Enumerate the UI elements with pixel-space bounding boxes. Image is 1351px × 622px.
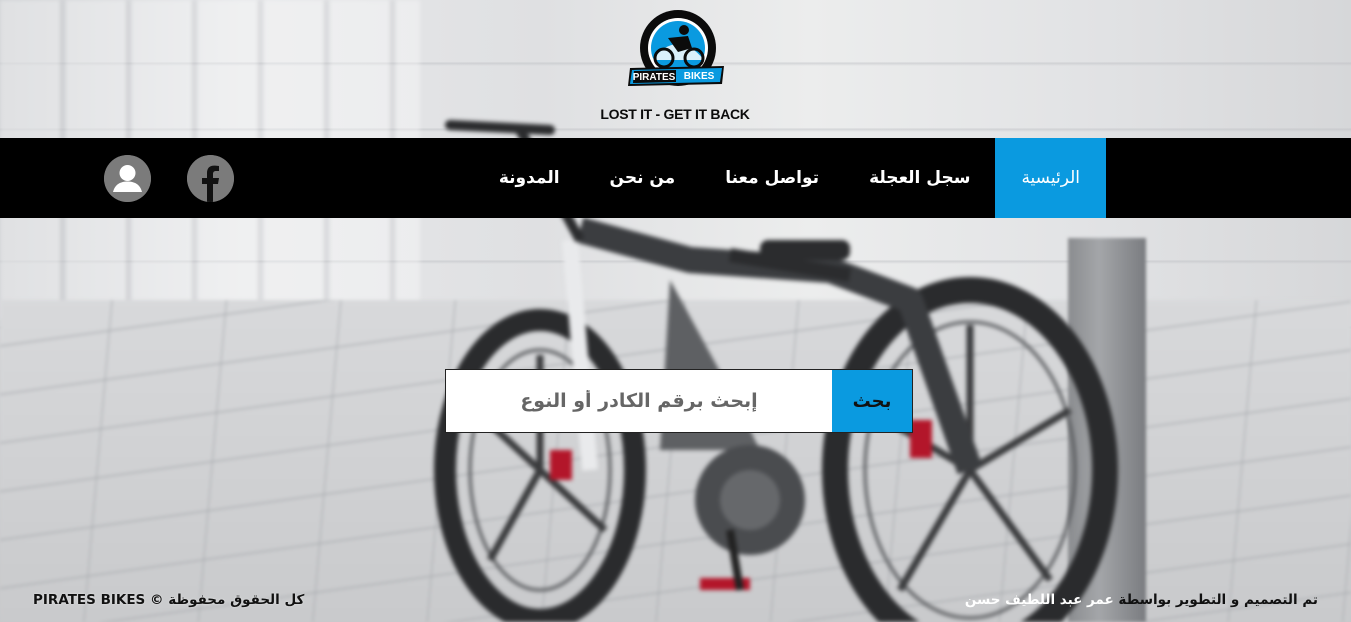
logo-icon[interactable]: PIRATES BIKES <box>626 8 726 94</box>
credit-author[interactable]: عمر عبد اللطيف حسن <box>965 592 1114 608</box>
logo-text-top: PIRATES <box>633 72 676 83</box>
credit-text: تم التصميم و التطوير بواسطة عمر عبد اللط… <box>965 592 1318 608</box>
copyright-text: كل الحقوق محفوظة © PIRATES BIKES <box>33 592 305 608</box>
nav-item-contact[interactable]: تواصل معنا <box>700 138 844 218</box>
search-form: بحث <box>445 369 913 433</box>
facebook-icon[interactable] <box>187 155 234 202</box>
nav-item-bike-register[interactable]: سجل العجلة <box>844 138 995 218</box>
nav-item-home[interactable]: الرئيسية <box>995 138 1106 218</box>
search-button[interactable]: بحث <box>832 370 912 432</box>
user-account-icon[interactable] <box>104 155 151 202</box>
nav-menu: الرئيسية سجل العجلة تواصل معنا من نحن ال… <box>474 138 1106 218</box>
page: PIRATES BIKES LOST IT - GET IT BACK الرئ… <box>0 0 1351 622</box>
search-input[interactable] <box>446 370 832 432</box>
credit-prefix: تم التصميم و التطوير بواسطة <box>1118 592 1318 608</box>
nav-item-blog[interactable]: المدونة <box>474 138 585 218</box>
nav-item-about[interactable]: من نحن <box>585 138 701 218</box>
tagline: LOST IT - GET IT BACK <box>600 106 750 122</box>
logo-text-bottom: BIKES <box>684 71 715 82</box>
